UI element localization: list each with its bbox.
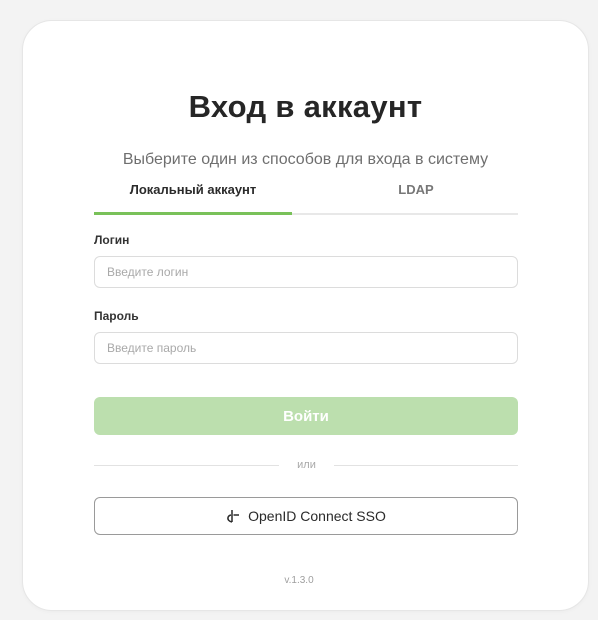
openid-icon (226, 509, 240, 523)
page-subtitle: Выберите один из способов для входа в си… (122, 151, 489, 168)
login-button[interactable]: Войти (94, 397, 518, 435)
tab-local-account[interactable]: Локальный аккаунт (94, 175, 292, 215)
divider-line-right (334, 465, 518, 466)
tab-ldap[interactable]: LDAP (316, 175, 516, 213)
version-text: v.1.3.0 (284, 575, 314, 586)
login-input[interactable] (94, 256, 518, 288)
divider-text: или (297, 459, 316, 471)
divider-line-left (94, 465, 279, 466)
page-title: Вход в аккаунт (188, 89, 423, 124)
openid-sso-label: OpenID Connect SSO (248, 508, 386, 524)
login-label: Логин (94, 233, 130, 247)
password-label: Пароль (94, 309, 139, 323)
password-input[interactable] (94, 332, 518, 364)
login-method-tabs: Локальный аккаунт LDAP (94, 175, 518, 215)
openid-sso-button[interactable]: OpenID Connect SSO (94, 497, 518, 535)
or-divider: или (94, 457, 518, 473)
